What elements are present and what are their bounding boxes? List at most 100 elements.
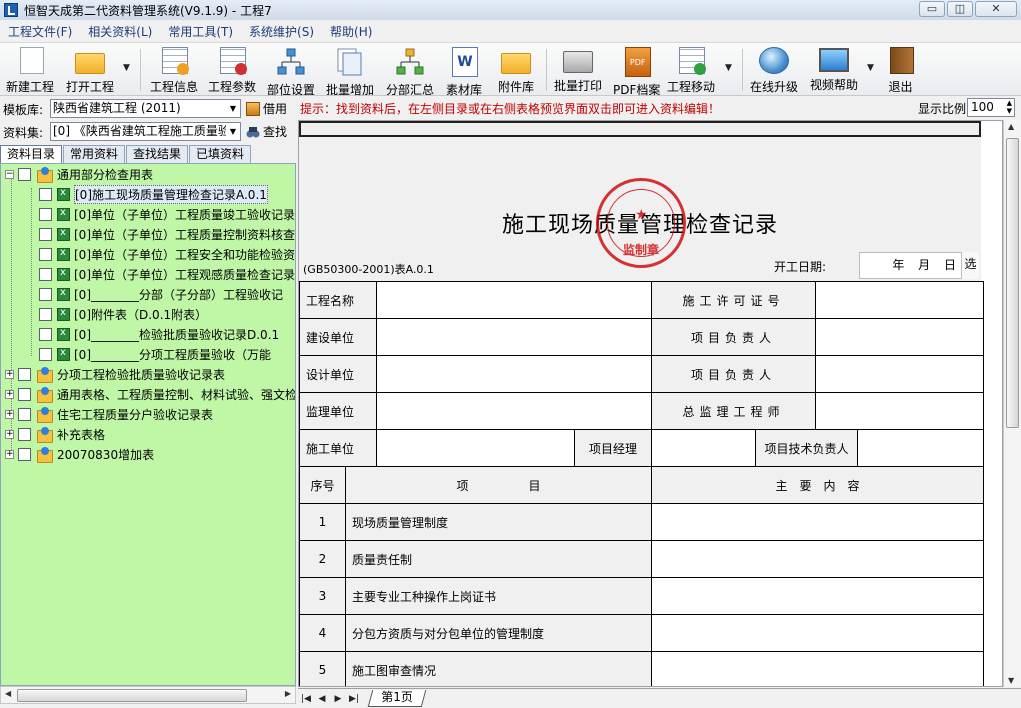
- form-preview[interactable]: 施工现场质量管理检查记录 ★ 监制章 (GB50300-2001)表A.0.1 …: [298, 120, 1003, 687]
- scroll-right-icon[interactable]: ▶: [285, 689, 291, 698]
- checkbox[interactable]: [39, 207, 52, 221]
- tree-horizontal-scrollbar[interactable]: ◀ ▶: [0, 686, 296, 704]
- row-content-input[interactable]: [651, 651, 984, 686]
- checkbox[interactable]: [18, 427, 31, 441]
- tree-item[interactable]: [0]施工现场质量管理检查记录A.0.1: [39, 184, 268, 204]
- scroll-down-icon[interactable]: ▼: [1008, 676, 1014, 685]
- open-project-dropdown-icon[interactable]: ▼: [123, 63, 130, 73]
- input-tech-leader[interactable]: [857, 429, 984, 467]
- batch-add-button[interactable]: 批量增加: [326, 45, 374, 97]
- zoom-spinner[interactable]: 100 ▲ ▼: [967, 98, 1015, 117]
- scrollbar-thumb[interactable]: [17, 689, 247, 702]
- menu-tools[interactable]: 常用工具(T): [160, 23, 241, 40]
- checkbox[interactable]: [18, 387, 31, 401]
- batch-print-button[interactable]: 批量打印: [554, 45, 602, 95]
- tree-item[interactable]: [0]单位（子单位）工程质量竣工验收记录: [39, 204, 295, 224]
- input-build-unit[interactable]: [376, 318, 652, 356]
- input-chief-supervisor[interactable]: [815, 392, 984, 430]
- exit-button[interactable]: 退出: [887, 45, 914, 95]
- chevron-down-icon[interactable]: ▼: [226, 100, 240, 117]
- row-content-input[interactable]: [651, 577, 984, 615]
- search-button[interactable]: 查找: [246, 123, 287, 140]
- expand-icon[interactable]: +: [5, 429, 14, 439]
- tree-item[interactable]: [0]________分部（子分部）工程验收记: [39, 284, 283, 304]
- online-upgrade-button[interactable]: 在线升级: [750, 45, 798, 95]
- row-content-input[interactable]: [651, 503, 984, 541]
- checkbox[interactable]: [18, 407, 31, 421]
- video-help-button[interactable]: 视频帮助: [810, 45, 858, 95]
- checkbox[interactable]: [39, 187, 52, 201]
- date-picker-button[interactable]: 选: [961, 252, 979, 279]
- tree-group[interactable]: + 通用表格、工程质量控制、材料试验、强文检: [5, 384, 295, 404]
- tab-search-results[interactable]: 查找结果: [126, 145, 189, 163]
- restore-button[interactable]: ◫: [947, 1, 973, 17]
- material-library-button[interactable]: W 素材库: [446, 45, 482, 97]
- tree-group[interactable]: + 20070830增加表: [5, 444, 154, 464]
- expand-icon[interactable]: +: [5, 449, 14, 459]
- checkbox[interactable]: [39, 227, 52, 241]
- pdf-archive-button[interactable]: PDF PDF档案: [613, 45, 660, 97]
- form-vertical-scrollbar[interactable]: ▲ ▼: [1003, 120, 1021, 687]
- checkbox[interactable]: [39, 247, 52, 261]
- tree-item[interactable]: [0]单位（子单位）工程观感质量检查记录: [39, 264, 295, 284]
- tree-item[interactable]: [0]单位（子单位）工程安全和功能检验资: [39, 244, 295, 264]
- minimize-button[interactable]: ▭: [919, 1, 945, 17]
- input-project-leader[interactable]: [815, 318, 984, 356]
- template-select[interactable]: 陕西省建筑工程 (2011) ▼: [50, 99, 241, 118]
- dataset-select[interactable]: [0] 《陕西省建筑工程施工质量验收 ▼: [50, 122, 241, 141]
- tab-common[interactable]: 常用资料: [63, 145, 126, 163]
- tree-item[interactable]: [0]附件表（D.0.1附表）: [39, 304, 207, 324]
- tree-group[interactable]: + 分项工程检验批质量验收记录表: [5, 364, 225, 384]
- input-design-leader[interactable]: [815, 355, 984, 393]
- close-button[interactable]: ✕: [975, 1, 1017, 17]
- checkbox[interactable]: [18, 367, 31, 381]
- checkbox[interactable]: [39, 287, 52, 301]
- menu-help[interactable]: 帮助(H): [322, 23, 380, 40]
- prev-sheet-icon[interactable]: ◀: [314, 691, 330, 707]
- tree-item[interactable]: [0]单位（子单位）工程质量控制资料核查: [39, 224, 295, 244]
- checkbox[interactable]: [39, 347, 52, 361]
- expand-icon[interactable]: +: [5, 409, 14, 419]
- checkbox[interactable]: [39, 267, 52, 281]
- first-sheet-icon[interactable]: |◀: [298, 691, 314, 707]
- subsection-summary-button[interactable]: 分部汇总: [386, 45, 434, 97]
- scroll-up-icon[interactable]: ▲: [1008, 122, 1014, 131]
- menu-maintenance[interactable]: 系统维护(S): [241, 23, 322, 40]
- spinner-arrows-icon[interactable]: ▲ ▼: [1007, 99, 1012, 115]
- menu-project-file[interactable]: 工程文件(F): [0, 23, 80, 40]
- open-project-button[interactable]: 打开工程: [66, 45, 114, 95]
- input-construction-permit[interactable]: [815, 281, 984, 319]
- menu-related-data[interactable]: 相关资料(L): [80, 23, 160, 40]
- row-content-input[interactable]: [651, 540, 984, 578]
- tree-item[interactable]: [0]________检验批质量验收记录D.0.1: [39, 324, 279, 344]
- scrollbar-thumb[interactable]: [1006, 138, 1019, 428]
- expand-icon[interactable]: +: [5, 369, 14, 379]
- directory-tree[interactable]: − 通用部分检查用表 [0]施工现场质量管理检查记录A.0.1 [0]单位（子单…: [0, 163, 296, 686]
- project-move-dropdown-icon[interactable]: ▼: [725, 63, 732, 73]
- input-supervision-unit[interactable]: [376, 392, 652, 430]
- chevron-down-icon[interactable]: ▼: [226, 123, 240, 140]
- expand-icon[interactable]: +: [5, 389, 14, 399]
- tree-item[interactable]: [0]________分项工程质量验收（万能: [39, 344, 271, 364]
- checkbox[interactable]: [18, 447, 31, 461]
- project-info-button[interactable]: 工程信息: [150, 45, 198, 95]
- unit-settings-button[interactable]: 部位设置: [267, 45, 315, 97]
- tree-group[interactable]: + 补充表格: [5, 424, 105, 444]
- new-project-button[interactable]: 新建工程: [6, 45, 54, 95]
- tab-directory[interactable]: 资料目录: [0, 145, 63, 163]
- project-params-button[interactable]: 工程参数: [208, 45, 256, 95]
- input-design-unit[interactable]: [376, 355, 652, 393]
- checkbox[interactable]: [18, 167, 31, 181]
- tree-group[interactable]: + 住宅工程质量分户验收记录表: [5, 404, 213, 424]
- input-project-name[interactable]: [376, 281, 652, 319]
- borrow-button[interactable]: 借用: [246, 100, 287, 117]
- input-project-manager[interactable]: [651, 429, 756, 467]
- checkbox[interactable]: [39, 327, 52, 341]
- project-move-button[interactable]: 工程移动: [667, 45, 715, 95]
- input-contractor[interactable]: [376, 429, 575, 467]
- row-content-input[interactable]: [651, 614, 984, 652]
- sheet-tab-page1[interactable]: 第1页: [367, 690, 426, 707]
- checkbox[interactable]: [39, 307, 52, 321]
- tab-filled[interactable]: 已填资料: [189, 145, 252, 163]
- collapse-icon[interactable]: −: [5, 169, 14, 179]
